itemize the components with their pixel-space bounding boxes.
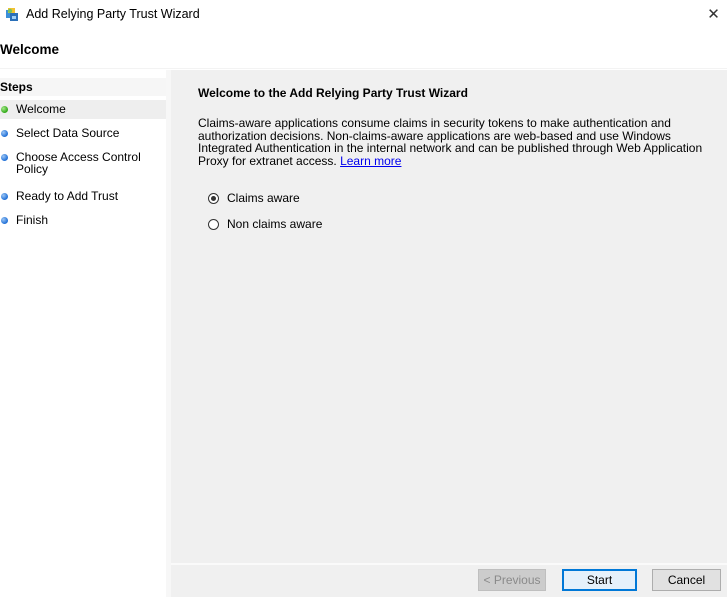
step-choose-access-control-policy: Choose Access Control Policy xyxy=(0,148,166,178)
wizard-app-icon xyxy=(6,8,18,21)
step-label-line2: Policy xyxy=(16,162,49,176)
step-finish: Finish xyxy=(0,211,166,229)
non-claims-aware-label: Non claims aware xyxy=(227,217,323,231)
step-pending-dot-icon xyxy=(1,130,8,137)
start-button[interactable]: Start xyxy=(562,569,637,591)
close-button[interactable]: ✕ xyxy=(700,2,727,28)
description-line: Proxy for extranet access. xyxy=(198,153,337,168)
claims-aware-label: Claims aware xyxy=(227,191,300,205)
non-claims-aware-option[interactable]: Non claims aware xyxy=(208,216,322,232)
step-ready-to-add-trust: Ready to Add Trust xyxy=(0,187,166,205)
page-title: Welcome xyxy=(0,42,60,57)
description-line: Claims-aware applications consume claims… xyxy=(198,116,671,130)
step-pending-dot-icon xyxy=(1,154,8,161)
step-label: Finish xyxy=(16,213,49,227)
steps-sidebar: Steps Welcome Select Data Source Choose … xyxy=(0,70,166,597)
step-label: Ready to Add Trust xyxy=(16,189,119,203)
description-line-last: Proxy for extranet access. Learn more xyxy=(198,153,708,168)
step-label: Welcome xyxy=(16,102,66,116)
main-panel: Welcome to the Add Relying Party Trust W… xyxy=(171,70,727,563)
step-label: Select Data Source xyxy=(16,126,120,140)
window-title: Add Relying Party Trust Wizard xyxy=(26,7,200,21)
wizard-heading: Welcome to the Add Relying Party Trust W… xyxy=(198,86,468,100)
header-divider xyxy=(0,68,727,69)
radio-unchecked-icon[interactable] xyxy=(208,218,219,230)
steps-header: Steps xyxy=(0,78,166,97)
cancel-button[interactable]: Cancel xyxy=(652,569,721,591)
button-bar: < Previous Start Cancel xyxy=(171,565,727,597)
step-pending-dot-icon xyxy=(1,193,8,200)
step-complete-dot-icon xyxy=(1,106,8,113)
close-icon: ✕ xyxy=(707,6,720,23)
radio-checked-icon[interactable] xyxy=(208,192,219,204)
step-select-data-source: Select Data Source xyxy=(0,124,166,142)
title-bar: Add Relying Party Trust Wizard ✕ xyxy=(0,0,727,30)
previous-button[interactable]: < Previous xyxy=(478,569,546,591)
learn-more-link[interactable]: Learn more xyxy=(340,154,401,168)
wizard-description: Claims-aware applications consume claims… xyxy=(198,117,708,167)
step-welcome: Welcome xyxy=(0,100,166,119)
step-pending-dot-icon xyxy=(1,217,8,224)
claims-aware-option[interactable]: Claims aware xyxy=(208,190,300,206)
